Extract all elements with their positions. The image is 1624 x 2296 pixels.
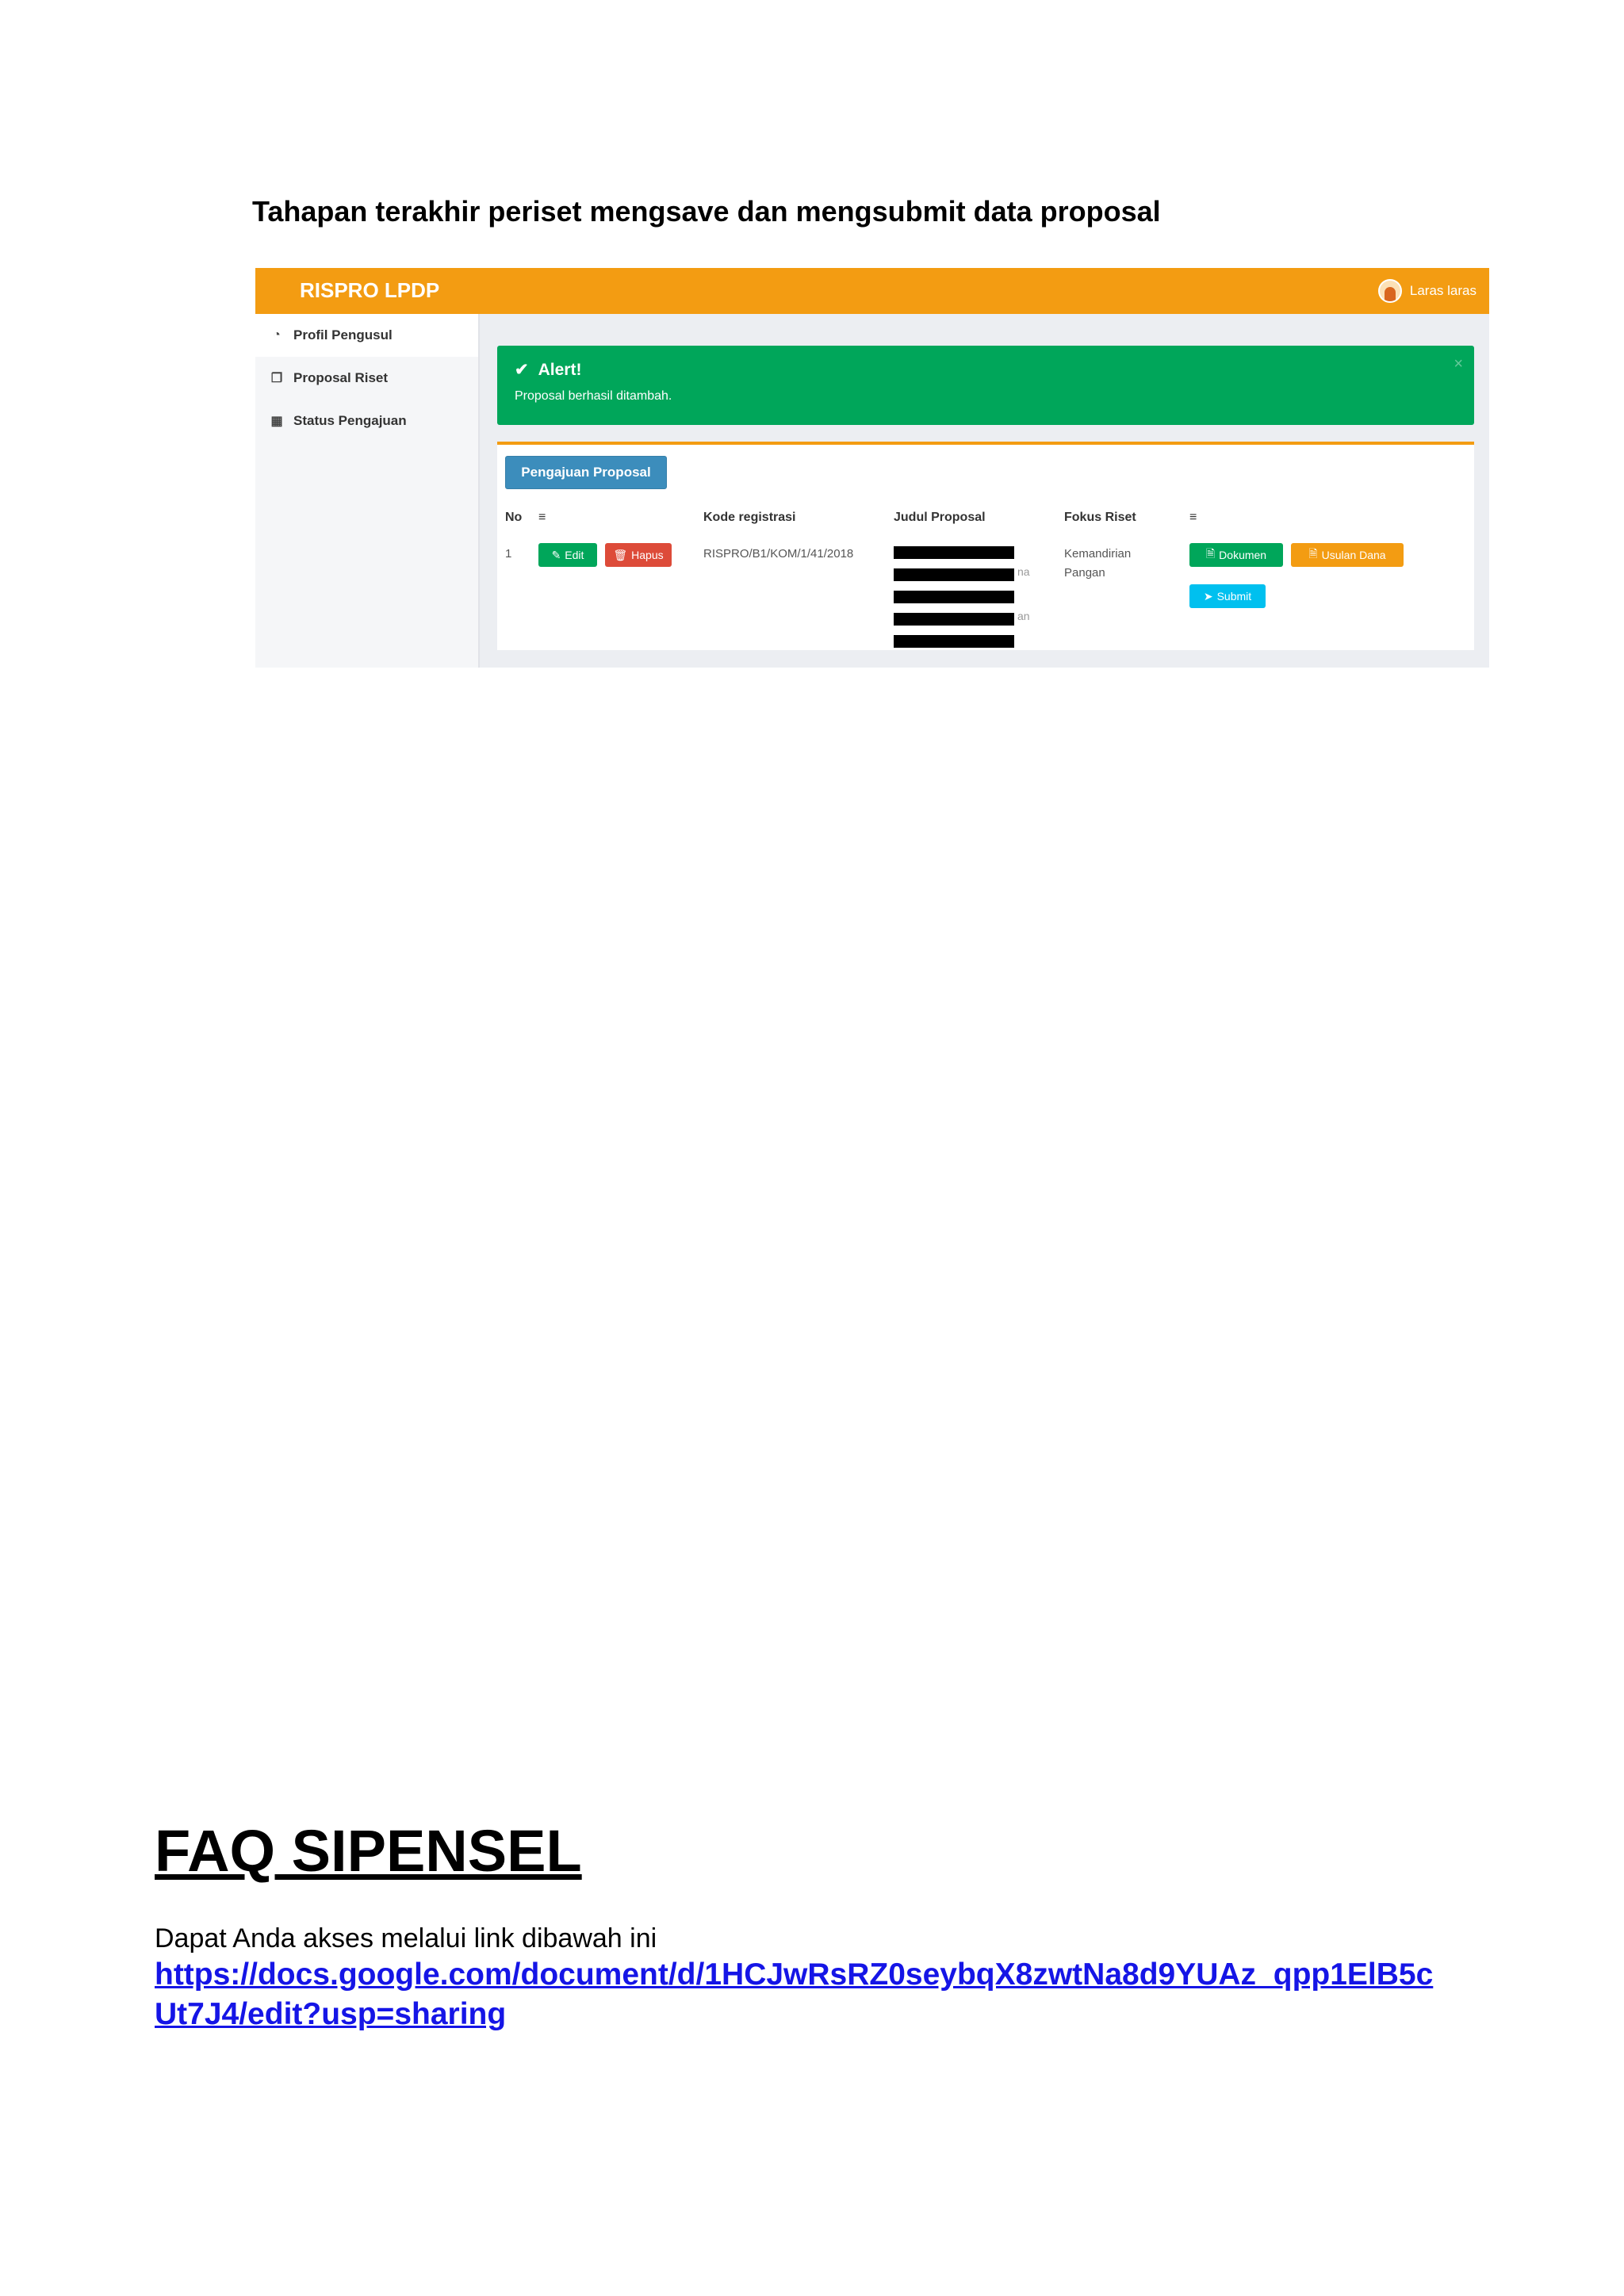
- alert-message: Proposal berhasil ditambah.: [515, 389, 672, 403]
- brand-logo[interactable]: RISPRO LPDP: [300, 278, 439, 303]
- user-name: Laras laras: [1409, 283, 1477, 298]
- sidebar-item-label: Profil Pengusul: [293, 327, 393, 342]
- sidebar-item-label: Status Pengajuan: [293, 413, 407, 428]
- file-icon: 🗎: [1308, 547, 1318, 560]
- column-header-actions-icon: ≡: [1189, 511, 1197, 524]
- fokus-riset-value: Kemandirian Pangan: [1064, 547, 1132, 580]
- trash-icon: 🗑: [613, 548, 628, 561]
- check-icon: ✔: [515, 361, 529, 379]
- proposal-box: Pengajuan Proposal No ≡ Kode registrasi …: [497, 442, 1474, 650]
- faq-link[interactable]: https://docs.google.com/document/d/1HCJw…: [155, 1955, 1455, 2034]
- sidebar-item-profil-pengusul[interactable]: ◔ Profil Pengusul: [255, 314, 478, 357]
- submit-button[interactable]: ➤ Submit: [1189, 584, 1266, 608]
- usulan-dana-button[interactable]: 🗎 Usulan Dana: [1291, 543, 1404, 567]
- user-menu[interactable]: Laras laras: [1377, 279, 1477, 303]
- content-area: ✔ Alert! Proposal berhasil ditambah. × P…: [480, 314, 1489, 668]
- hapus-button[interactable]: 🗑 Hapus: [605, 543, 672, 567]
- sidebar: ◔ Profil Pengusul ❐ Proposal Riset ▦ Sta…: [255, 314, 480, 668]
- paper-plane-icon: ➤: [1203, 589, 1213, 603]
- edit-button[interactable]: ✎ Edit: [538, 543, 597, 567]
- sidebar-item-proposal-riset[interactable]: ❐ Proposal Riset: [255, 357, 478, 400]
- top-navbar: RISPRO LPDP Laras laras: [255, 268, 1489, 314]
- sidebar-item-label: Proposal Riset: [293, 370, 389, 385]
- kode-registrasi-value: RISPRO/B1/KOM/1/41/2018: [703, 547, 854, 561]
- avatar: [1377, 279, 1402, 303]
- row-number: 1: [505, 547, 512, 561]
- column-header-fokus: Fokus Riset: [1064, 511, 1136, 524]
- copy-icon: ❐: [270, 372, 283, 385]
- column-header-kode: Kode registrasi: [703, 511, 796, 524]
- close-icon[interactable]: ×: [1454, 355, 1463, 373]
- instruction-heading: Tahapan terakhir periset mengsave dan me…: [252, 195, 1161, 228]
- pengajuan-proposal-button[interactable]: Pengajuan Proposal: [505, 456, 667, 489]
- faq-intro-text: Dapat Anda akses melalui link dibawah in…: [155, 1923, 657, 1954]
- dokumen-button[interactable]: 🗎 Dokumen: [1189, 543, 1283, 567]
- column-header-menu-icon: ≡: [538, 511, 546, 524]
- app-screenshot: RISPRO LPDP Laras laras ◔ Profil Pengusu…: [255, 268, 1489, 668]
- edit-icon: ✎: [551, 548, 561, 561]
- faq-title: FAQ SIPENSEL: [155, 1818, 582, 1884]
- file-icon: 🗎: [1205, 547, 1216, 560]
- sidebar-item-status-pengajuan[interactable]: ▦ Status Pengajuan: [255, 400, 478, 442]
- grid-icon: ▦: [270, 415, 283, 428]
- alert-title: Alert!: [538, 360, 582, 379]
- column-header-judul: Judul Proposal: [894, 511, 986, 524]
- dashboard-icon: ◔: [273, 328, 281, 342]
- column-header-no: No: [505, 511, 523, 524]
- success-alert: ✔ Alert! Proposal berhasil ditambah. ×: [497, 346, 1474, 425]
